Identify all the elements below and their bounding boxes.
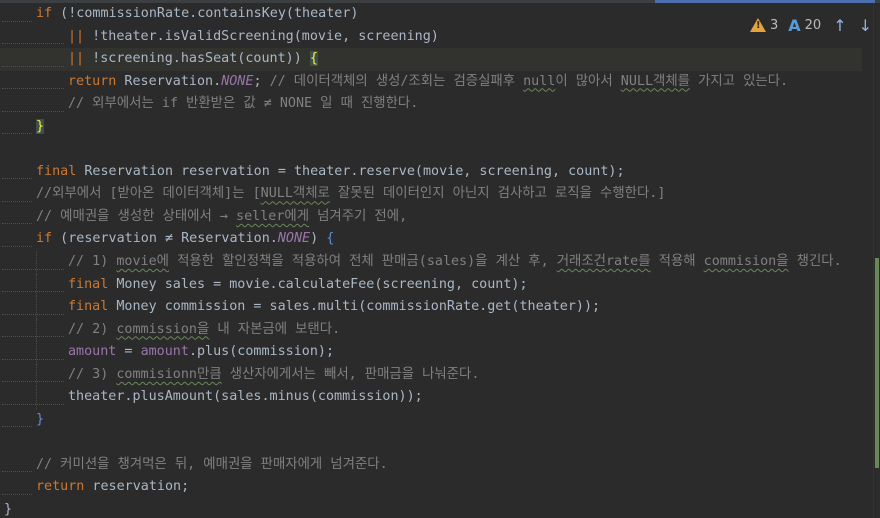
code-line-text: return Reservation.NONE; // 데이터객체의 생성/조회…	[68, 73, 789, 89]
code-line: // 2) commission을 내 자본금에 보탠다.	[0, 318, 862, 342]
code-line: }	[0, 499, 862, 518]
code-line-text: if (reservation ≠ Reservation.NONE) {	[36, 231, 335, 247]
code-line: if (!commissionRate.containsKey(theater)	[0, 3, 862, 26]
code-line: theater.plusAmount(sales.minus(commissio…	[0, 386, 862, 409]
code-line-text: amount = amount.plus(commission);	[68, 344, 335, 360]
code-line: amount = amount.plus(commission);	[0, 341, 862, 364]
code-line: final Money sales = movie.calculateFee(s…	[0, 273, 862, 297]
code-line: || !screening.hasSeat(count)) {	[0, 48, 862, 71]
error-stripe[interactable]	[873, 3, 880, 518]
code-line-text: theater.plusAmount(sales.minus(commissio…	[68, 389, 423, 405]
code-line-text: }	[4, 502, 13, 518]
code-line: if (reservation ≠ Reservation.NONE) {	[0, 228, 862, 251]
code-line-text: return reservation;	[36, 479, 190, 495]
code-line-text: || !theater.isValidScreening(movie, scre…	[68, 28, 439, 44]
code-line: }	[0, 409, 862, 432]
code-line-text: if (!commissionRate.containsKey(theater)	[36, 6, 359, 21]
code-line: return reservation;	[0, 476, 862, 499]
code-line-text: // 3) commisionn만큼 생산자에게서는 빼서, 판매금을 나눠준다…	[68, 366, 480, 382]
code-editor[interactable]: 3 A 20 ↑ ↓ if (!commissionRate.containsK…	[0, 0, 880, 518]
code-line-text: // 예매권을 생성한 상태에서 → seller에게 넘겨주기 전에,	[36, 208, 408, 224]
code-line: || !theater.isValidScreening(movie, scre…	[0, 26, 862, 49]
code-line-text: // 외부에서는 if 반환받은 값 ≠ NONE 일 때 진행한다.	[68, 96, 419, 112]
code-line-text: // 2) commission을 내 자본금에 보탠다.	[68, 321, 341, 337]
code-line-text: // 1) movie에 적용한 할인정책을 적용하여 전체 판매금(sales…	[68, 254, 842, 270]
error-stripe-mark[interactable]	[875, 258, 879, 468]
code-line-text: //외부에서 [받아온 데이터객체]는 [NULL객체로 잘못된 데이터인지 아…	[36, 186, 666, 202]
code-line: return Reservation.NONE; // 데이터객체의 생성/조회…	[0, 71, 862, 94]
code-line-text: || !screening.hasSeat(count)) {	[68, 51, 318, 67]
code-line-text: final Money commission = sales.multi(com…	[68, 299, 601, 315]
code-line: // 예매권을 생성한 상태에서 → seller에게 넘겨주기 전에,	[0, 206, 862, 229]
code-line: }	[0, 116, 862, 139]
code-line-text: final Money sales = movie.calculateFee(s…	[68, 276, 528, 292]
code-line: // 커미션을 챙겨먹은 뒤, 예매권을 판매자에게 넘겨준다.	[0, 454, 862, 477]
code-line-text: }	[36, 411, 45, 427]
code-area[interactable]: if (!commissionRate.containsKey(theater)…	[0, 3, 862, 518]
code-line: // 외부에서는 if 반환받은 값 ≠ NONE 일 때 진행한다.	[0, 93, 862, 116]
code-line-text: // 커미션을 챙겨먹은 뒤, 예매권을 판매자에게 넘겨준다.	[36, 456, 388, 472]
code-line: // 3) commisionn만큼 생산자에게서는 빼서, 판매금을 나눠준다…	[0, 363, 862, 387]
code-line: final Reservation reservation = theater.…	[0, 161, 862, 184]
code-line-text: }	[36, 118, 45, 134]
code-line-text: final Reservation reservation = theater.…	[36, 163, 625, 179]
code-line: // 1) movie에 적용한 할인정책을 적용하여 전체 판매금(sales…	[0, 251, 862, 274]
code-line: //외부에서 [받아온 데이터객체]는 [NULL객체로 잘못된 데이터인지 아…	[0, 183, 862, 206]
code-line: final Money commission = sales.multi(com…	[0, 296, 862, 319]
